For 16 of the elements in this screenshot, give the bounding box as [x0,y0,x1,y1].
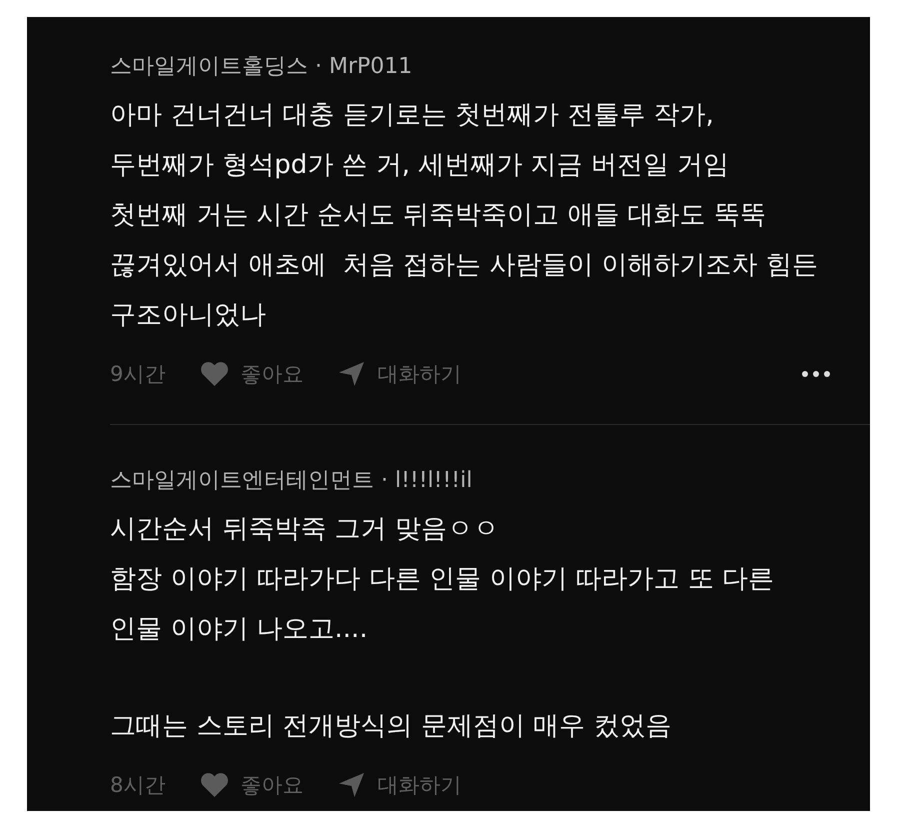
timestamp: 8시간 [110,772,166,799]
heart-icon [201,773,228,797]
timestamp: 9시간 [110,361,166,388]
comment-text: 시간순서 뒤죽박죽 그거 맞음ㅇㅇ 함장 이야기 따라가다 다른 인물 이야기 따라가고 또 다른 인물 이야기 나오고.... [110,513,776,646]
heart-icon [201,362,228,386]
author-name: 스마일게이트엔터테인먼트 · l!!!l!!!il [110,467,474,495]
reply-button[interactable]: 대화하기 [339,359,462,389]
more-icon [802,371,830,377]
paper-plane-icon [339,362,364,386]
comment-text: 그때는 스토리 전개방식의 문제점이 매우 컸었음 [110,710,672,743]
author-name: 스마일게이트홀딩스 · MrP011 [110,53,414,81]
like-button[interactable]: 좋아요 [201,770,304,800]
paper-plane-icon [339,773,364,797]
reply-button[interactable]: 대화하기 [339,770,462,800]
like-button[interactable]: 좋아요 [201,359,304,389]
comment-text: 아마 건너건너 대충 듣기로는 첫번째가 전툴루 작가, 두번째가 형석pd가 쓴 거, 세번째가 지금 버전일 거임 첫번째 거는 시간 순서도 뒤죽박죽이고 애들 대화도 뚝뚝 끊겨있어서 애초에 처음 접하는 사람들이 이해하기조차 힘든 구조아니었나 [110,99,819,332]
